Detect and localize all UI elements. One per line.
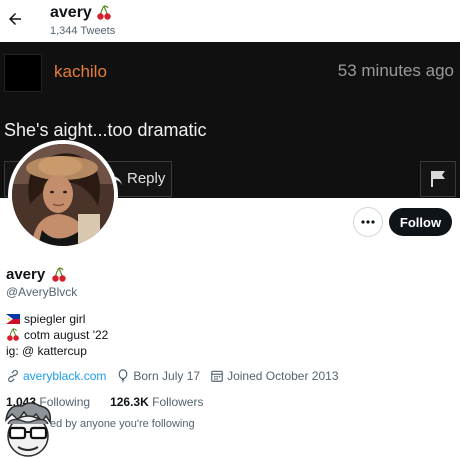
website-item: averyblack.com — [6, 369, 106, 383]
tweet-count: 1,344 Tweets — [50, 25, 116, 37]
flag-icon — [431, 171, 445, 187]
bio-line-2: cotm august '22 — [24, 328, 109, 342]
joined-item: Joined October 2013 — [210, 369, 339, 383]
profile-handle: @AveryBlvck — [6, 285, 78, 299]
profile-bio: spiegler girl cotm august '22 ig: @ katt… — [6, 311, 108, 359]
bio-line: cotm august '22 — [6, 327, 108, 343]
profile-name: avery — [6, 266, 67, 283]
birthday-item: Born July 17 — [116, 369, 200, 383]
joined-text: Joined October 2013 — [227, 369, 339, 383]
cherry-emoji-icon — [52, 266, 66, 282]
cherry-emoji-icon — [7, 328, 19, 341]
more-dots-icon — [361, 220, 375, 224]
banner-flag-box — [420, 161, 456, 197]
bio-line: spiegler girl — [6, 311, 108, 327]
balloon-icon — [119, 369, 128, 383]
more-options-button[interactable] — [353, 207, 383, 237]
followers-stat[interactable]: 126.3K Followers — [110, 395, 203, 409]
header-name-text: avery — [50, 4, 92, 21]
profile-avatar[interactable] — [8, 140, 118, 250]
banner-timestamp: 53 minutes ago — [337, 61, 454, 80]
bio-line-3: ig: @ kattercup — [6, 344, 87, 358]
bio-line-1: spiegler girl — [24, 312, 86, 326]
followers-label: Followers — [152, 395, 204, 409]
avatar-photo — [12, 144, 114, 246]
follow-button[interactable]: Follow — [389, 208, 452, 236]
glasses-mascot-icon — [4, 402, 52, 457]
top-bar: avery 1,344 Tweets — [0, 0, 460, 42]
header-name: avery — [50, 4, 112, 22]
profile-name-text: avery — [6, 266, 46, 283]
website-link[interactable]: averyblack.com — [23, 369, 106, 383]
cherry-emoji-icon — [97, 5, 111, 20]
banner-username: kachilo — [54, 62, 107, 81]
link-icon — [8, 369, 18, 383]
philippines-flag-icon — [6, 314, 20, 324]
back-arrow-icon[interactable] — [6, 10, 24, 28]
calendar-icon — [211, 370, 223, 382]
profile-meta: averyblack.com Born July 17 Joined Octob… — [6, 369, 339, 383]
bio-line: ig: @ kattercup — [6, 343, 108, 359]
followers-count: 126.3K — [110, 395, 149, 409]
banner-comment-text: She's aight...too dramatic — [4, 120, 207, 140]
banner-comment-avatar — [4, 54, 42, 92]
birthday-text: Born July 17 — [133, 369, 201, 383]
banner-reply-label: Reply — [127, 170, 166, 187]
followed-by-text: ed by anyone you're following — [50, 418, 195, 430]
